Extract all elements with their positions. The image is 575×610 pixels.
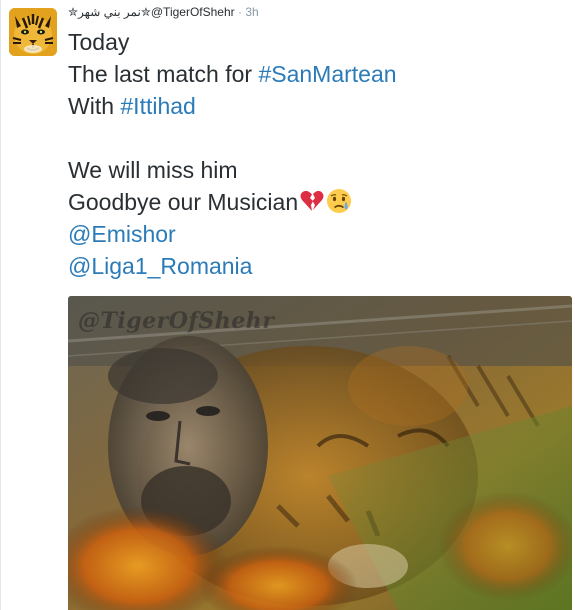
tribute-photo xyxy=(68,296,572,610)
tweet-line: Goodbye our Musician xyxy=(68,186,397,218)
crying-face-icon xyxy=(326,188,352,214)
tweet-text-segment: We will miss him xyxy=(68,157,238,183)
tweet-text-segment: Today xyxy=(68,29,130,55)
tweet-text-segment: Goodbye our Musician xyxy=(68,189,299,215)
tweet-image[interactable]: @TigerOfShehr xyxy=(68,296,572,610)
tweet-header: ✮نمر بني شهر✮@TigerOfShehr · 3h xyxy=(68,5,259,19)
tweet-line: Today xyxy=(68,26,397,58)
hashtag-link[interactable]: #SanMartean xyxy=(258,61,396,87)
tiger-avatar-icon xyxy=(9,8,57,56)
author-handle[interactable]: @TigerOfShehr xyxy=(151,5,235,19)
avatar[interactable] xyxy=(9,8,57,56)
tweet-text-segment: The last match for xyxy=(68,61,259,87)
display-name[interactable]: ✮نمر بني شهر✮ xyxy=(68,5,151,19)
left-divider xyxy=(0,0,1,610)
hashtag-link[interactable]: #Ittihad xyxy=(120,93,195,119)
tweet-text-segment: With xyxy=(68,93,121,119)
tweet-line: @Liga1_Romania xyxy=(68,250,397,282)
tweet-line: @Emishor xyxy=(68,218,397,250)
separator-dot: · xyxy=(237,5,242,19)
image-watermark: @TigerOfShehr xyxy=(78,308,275,334)
broken-heart-icon xyxy=(299,188,325,214)
tweet-line: With #Ittihad xyxy=(68,90,397,122)
tweet-card: ✮نمر بني شهر✮@TigerOfShehr · 3h Today The… xyxy=(0,0,575,610)
tweet-line xyxy=(68,122,397,154)
timestamp[interactable]: 3h xyxy=(245,5,258,19)
tweet-text: Today The last match for #SanMartean With … xyxy=(68,26,397,282)
tweet-line: We will miss him xyxy=(68,154,397,186)
mention-link[interactable]: @Emishor xyxy=(68,221,176,247)
tweet-line: The last match for #SanMartean xyxy=(68,58,397,90)
mention-link[interactable]: @Liga1_Romania xyxy=(68,253,252,279)
